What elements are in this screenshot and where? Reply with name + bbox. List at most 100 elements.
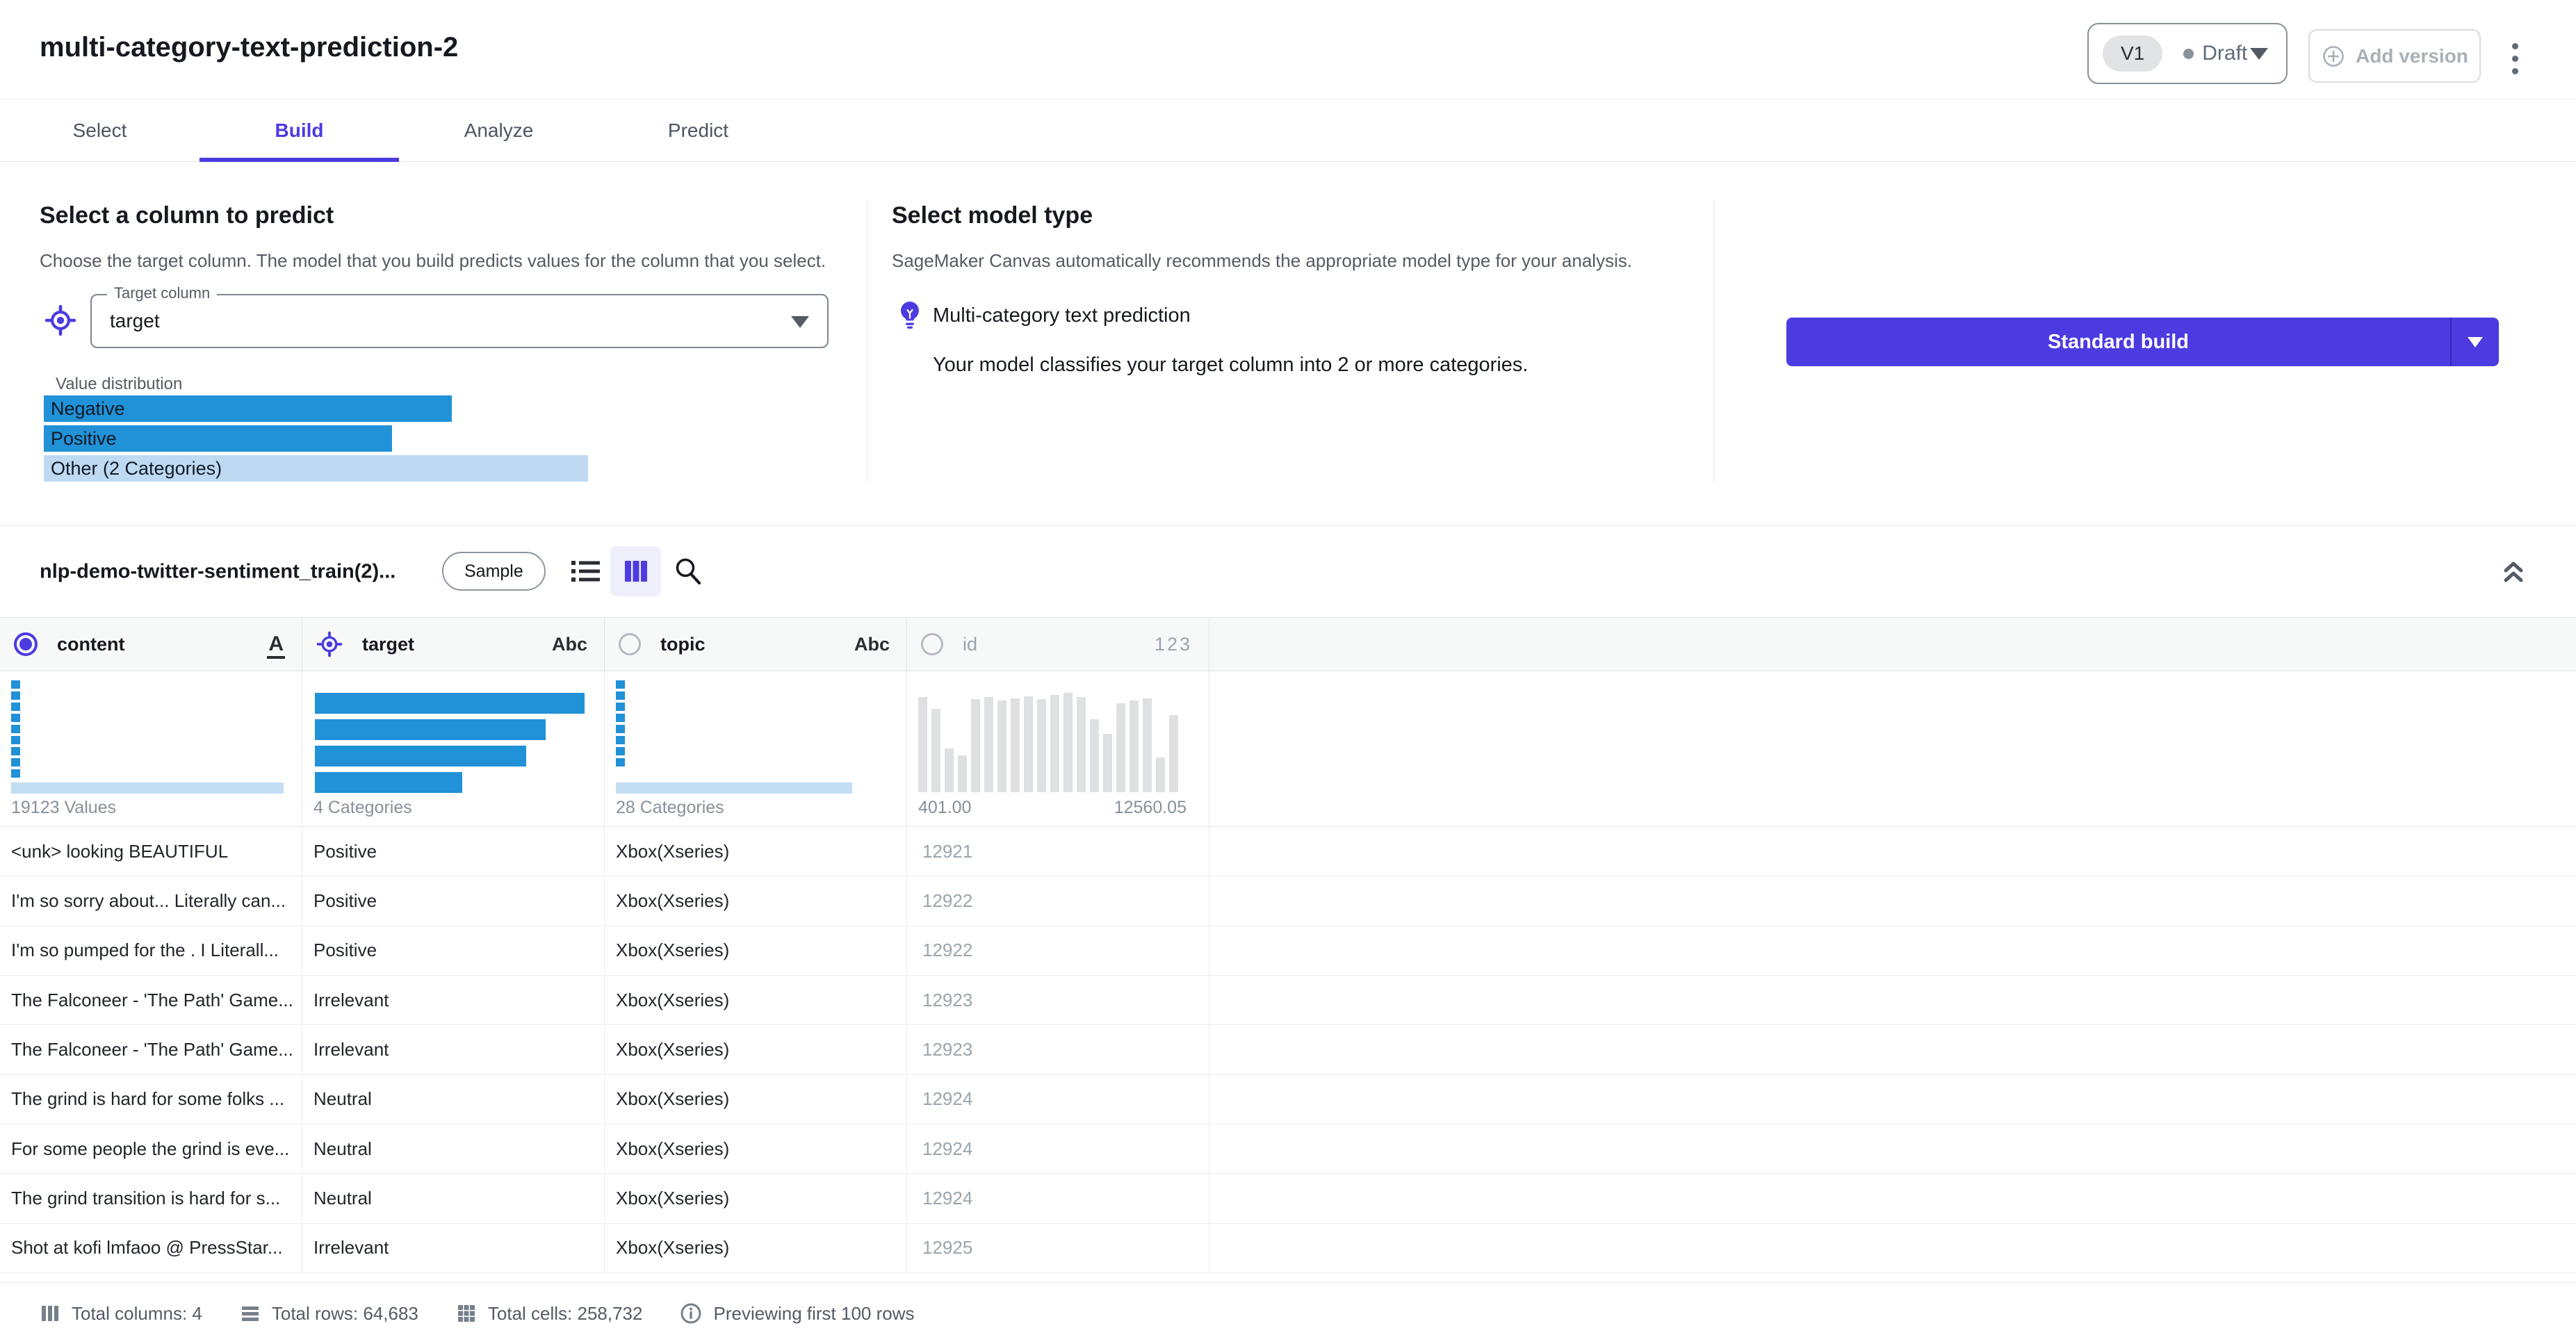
double-chevron-up-icon: [2500, 559, 2527, 587]
cell-id: 12921: [907, 827, 1209, 876]
category-bar: [315, 693, 585, 714]
column-header-content[interactable]: content A: [0, 618, 302, 671]
column-histogram-topic: 28 Categories: [605, 671, 907, 826]
column-header-id[interactable]: id 123: [907, 618, 1209, 671]
category-bar: [315, 772, 462, 793]
footer-stat-text: Total columns: 4: [72, 1302, 202, 1324]
columns-icon: [40, 1303, 60, 1324]
footer-stat: Total cells: 258,732: [456, 1302, 643, 1325]
version-selector[interactable]: V1 Draft: [2087, 23, 2288, 84]
histogram-bar: [984, 697, 993, 792]
search-button[interactable]: [666, 548, 710, 595]
target-crosshair-icon: [316, 631, 343, 657]
footer-stat-text: Total cells: 258,732: [487, 1302, 643, 1324]
add-version-button[interactable]: Add version: [2308, 29, 2481, 83]
histogram-bar: [1063, 693, 1073, 792]
histogram-bar: [1116, 703, 1125, 792]
collapse-panel-button[interactable]: [2494, 553, 2533, 592]
search-icon: [672, 555, 704, 588]
cell-topic: Xbox(Xseries): [605, 1124, 907, 1174]
histogram-bar: [1169, 715, 1178, 792]
rows-icon: [240, 1303, 261, 1324]
standard-build-button[interactable]: Standard build: [1786, 318, 2450, 366]
cell-target: Positive: [302, 827, 605, 876]
cell-id: 12924: [907, 1124, 1209, 1174]
square-mark: [11, 769, 20, 778]
dataset-preview-table: content Atarget Abc topic Abc id 123 19123 Val…: [0, 617, 2576, 1273]
cell-target: Irrelevant: [302, 1025, 605, 1074]
cell-content: I'm so sorry about... Literally can...: [0, 876, 302, 926]
square-mark: [616, 747, 625, 755]
column-statistics-row: 19123 Values 4 Categories 28 Categories 401…: [0, 671, 2576, 827]
histogram-bar: [1011, 698, 1020, 792]
histogram-bar: [918, 697, 927, 792]
cell-id: 12925: [907, 1223, 1209, 1272]
cell-content: I'm so pumped for the . I Literall...: [0, 926, 302, 975]
panel-divider: [1713, 200, 1714, 482]
table-row: The grind transition is hard for s... Neu…: [0, 1174, 2576, 1224]
text-type-icon: A: [267, 632, 285, 659]
cell-content: The Falconeer - 'The Path' Game...: [0, 1025, 302, 1074]
tab-predict[interactable]: Predict: [598, 99, 798, 161]
cell-id: 12923: [907, 975, 1209, 1025]
info-icon: [680, 1302, 702, 1325]
square-mark: [616, 680, 625, 689]
category-bar: [315, 719, 546, 740]
histogram-range-labels: 401.00 12560.05: [918, 798, 1187, 818]
cell-topic: Xbox(Xseries): [605, 827, 907, 876]
value-squares-chart: [11, 680, 20, 778]
letter-a-icon: A: [267, 632, 285, 659]
draft-status-dot-icon: [2183, 48, 2194, 59]
cell-topic: Xbox(Xseries): [605, 876, 907, 926]
table-row: For some people the grind is eve... Neutr…: [0, 1124, 2576, 1174]
build-options-dropdown-button[interactable]: [2452, 318, 2499, 366]
version-status: Draft: [2183, 42, 2247, 65]
column-header-target[interactable]: target Abc: [302, 618, 605, 671]
footer-stat-text: Total rows: 64,683: [271, 1302, 418, 1324]
column-name: topic: [660, 633, 706, 655]
build-config-section: Select a column to predict Choose the ta…: [0, 162, 2576, 526]
radio-unselected-icon[interactable]: [619, 633, 641, 655]
histogram-bar: [945, 748, 954, 792]
cell-content: Shot at kofi lmfaoo @ PressStar...: [0, 1223, 302, 1272]
square-mark: [616, 736, 625, 744]
list-view-button[interactable]: [566, 549, 608, 593]
footer-stat-text: Previewing first 100 rows: [713, 1302, 915, 1324]
cell-id: 12924: [907, 1174, 1209, 1223]
square-mark: [11, 691, 20, 700]
target-column-select[interactable]: Target column target: [90, 284, 829, 348]
distribution-bar: Other (2 Categories): [44, 455, 588, 482]
category-bars-chart: [315, 693, 585, 793]
list-view-icon: [571, 558, 602, 584]
tab-analyze[interactable]: Analyze: [399, 99, 598, 161]
cell-target: Neutral: [302, 1174, 605, 1223]
cell-target: Neutral: [302, 1124, 605, 1174]
abc-type-icon: Abc: [854, 633, 890, 655]
cell-content: The grind is hard for some folks ...: [0, 1074, 302, 1124]
target-column-value: target: [110, 310, 160, 331]
cell-id: 12922: [907, 876, 1209, 926]
column-header-topic[interactable]: topic Abc: [605, 618, 907, 671]
page-header: multi-category-text-prediction-2 V1 Draf…: [0, 0, 2576, 99]
cell-content: <unk> looking BEAUTIFUL: [0, 827, 302, 876]
sagemaker-canvas-build-page: multi-category-text-prediction-2 V1 Draf…: [0, 0, 2576, 1344]
square-mark: [616, 703, 625, 711]
grid-view-button[interactable]: [610, 546, 661, 596]
radio-selected-icon[interactable]: [14, 632, 38, 656]
target-panel-description: Choose the target column. The model that…: [40, 250, 826, 271]
column-histogram-id: 401.00 12560.05: [907, 671, 1209, 826]
tab-select[interactable]: Select: [0, 99, 199, 161]
radio-unselected-icon[interactable]: [921, 633, 943, 655]
chevron-down-icon: [2250, 47, 2268, 60]
table-body: <unk> looking BEAUTIFUL Positive Xbox(Xser…: [0, 827, 2576, 1273]
target-panel-heading: Select a column to predict: [40, 202, 334, 229]
histogram-bar: [1130, 700, 1139, 792]
square-mark: [11, 703, 20, 711]
distribution-bar-label: Negative: [51, 398, 125, 419]
cell-topic: Xbox(Xseries): [605, 926, 907, 975]
square-mark: [616, 725, 625, 733]
histogram-bar: [1156, 757, 1165, 792]
numeric-histogram-chart: [918, 692, 1178, 792]
tab-build[interactable]: Build: [199, 99, 399, 162]
more-options-button[interactable]: [2500, 36, 2530, 81]
